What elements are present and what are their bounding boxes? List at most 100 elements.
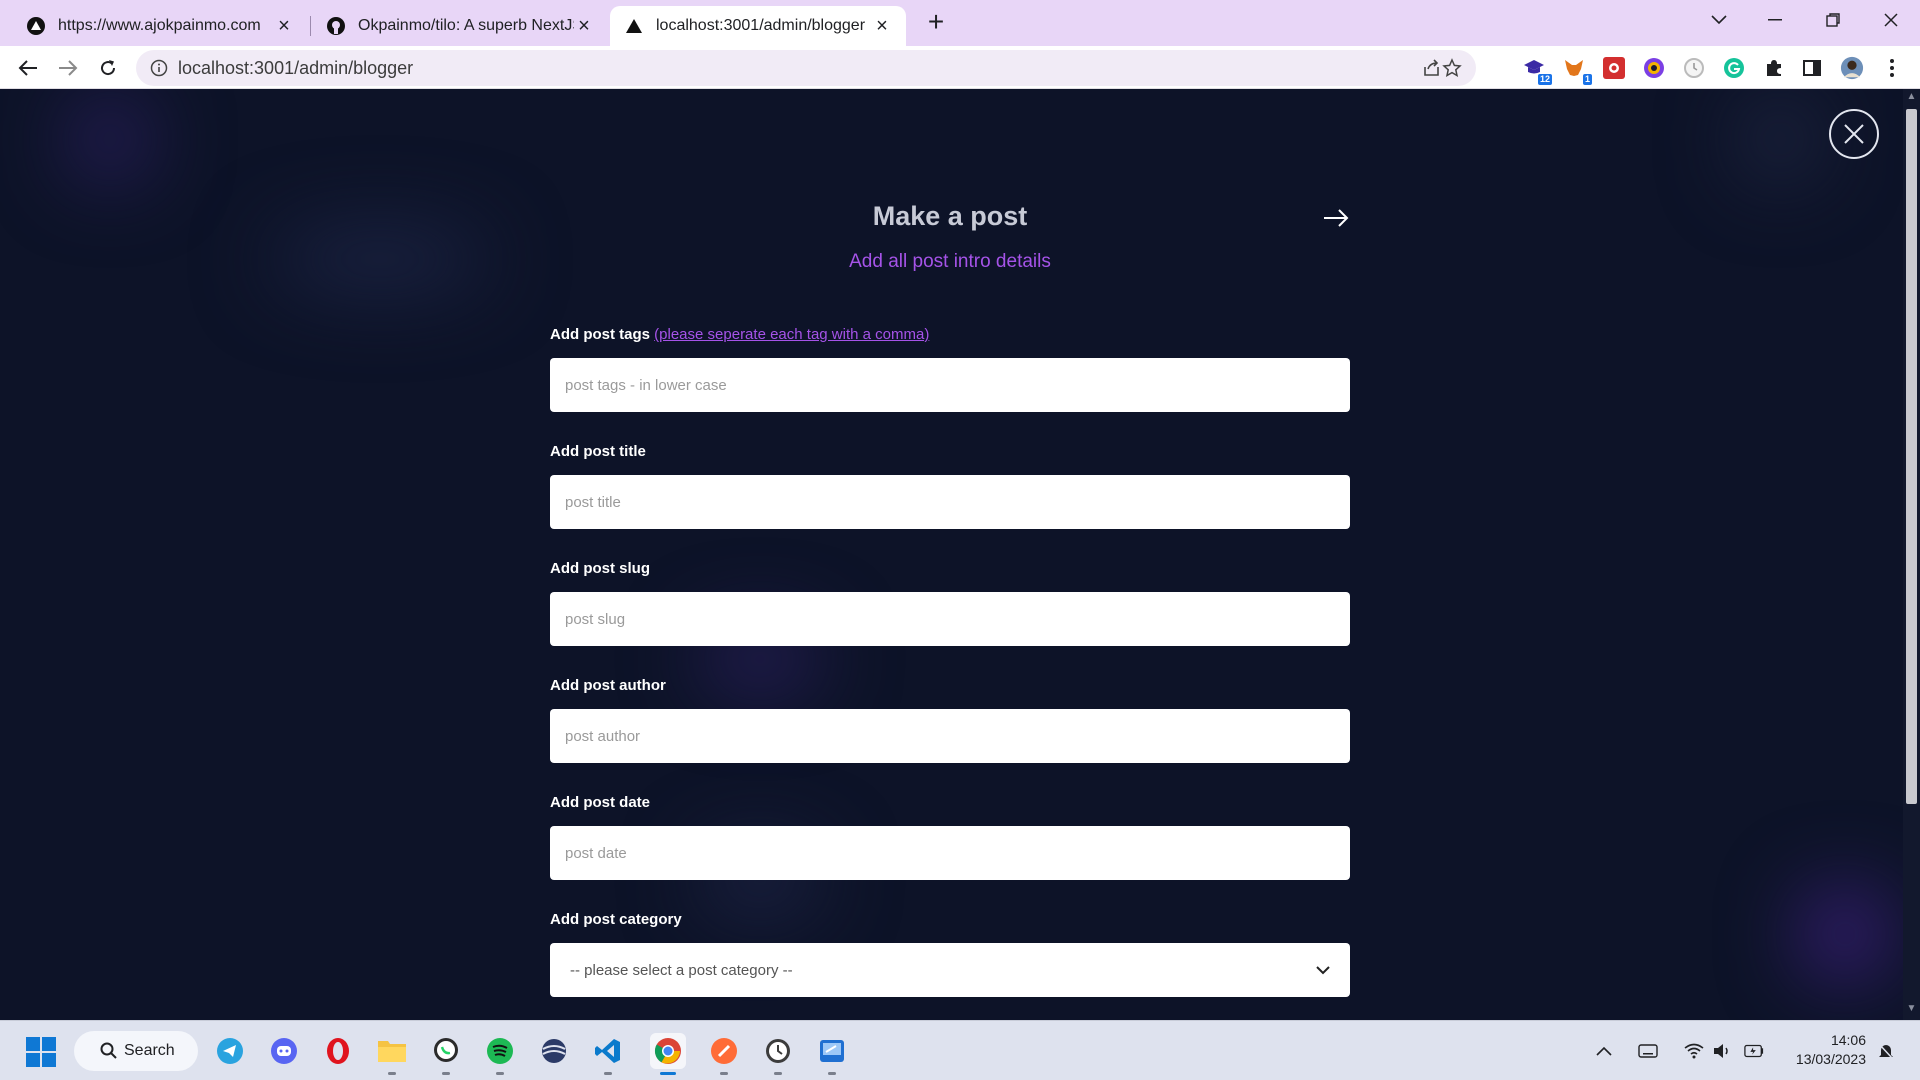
browser-tab-strip: https://www.ajokpainmo.com × Okpainmo/ti… — [0, 0, 1920, 46]
fox-extension-icon[interactable]: 1 — [1562, 56, 1592, 85]
background-glow — [1800, 889, 1890, 979]
running-indicator — [388, 1072, 396, 1075]
reload-icon — [101, 60, 116, 76]
title-label: Add post title — [550, 443, 646, 460]
back-button[interactable] — [14, 54, 42, 82]
minimize-button[interactable] — [1752, 0, 1798, 40]
vscode-icon[interactable] — [590, 1033, 626, 1075]
puzzle-icon[interactable] — [1762, 56, 1786, 80]
minimize-icon — [1768, 19, 1782, 21]
circle-extension-icon[interactable] — [1642, 56, 1666, 80]
close-modal-button[interactable] — [1829, 109, 1879, 159]
windows-start-button[interactable] — [26, 1037, 56, 1067]
post-tags-input[interactable] — [550, 358, 1350, 412]
browser-globe-icon[interactable] — [536, 1033, 572, 1069]
extension-badge: 12 — [1537, 74, 1552, 85]
taskbar-clock[interactable]: 14:06 13/03/2023 — [1766, 1031, 1866, 1069]
background-glow — [270, 229, 490, 289]
running-indicator — [604, 1072, 612, 1075]
bookmark-star-icon[interactable] — [1442, 58, 1462, 78]
search-icon — [100, 1042, 117, 1059]
extension-badge: 1 — [1582, 74, 1592, 85]
forward-button[interactable] — [54, 54, 82, 82]
share-icon[interactable] — [1422, 58, 1442, 78]
sidepanel-icon[interactable] — [1800, 56, 1824, 80]
new-tab-button[interactable]: + — [922, 8, 950, 37]
tags-hint-link[interactable]: (please seperate each tag with a comma) — [654, 326, 929, 343]
scroll-down-arrow[interactable]: ▼ — [1903, 1003, 1920, 1017]
browser-tab[interactable]: Okpainmo/tilo: A superb NextJS × — [312, 6, 608, 46]
grammarly-icon[interactable] — [1722, 56, 1746, 80]
clock-app-icon[interactable] — [760, 1033, 796, 1075]
category-selected-value: -- please select a post category -- — [570, 961, 793, 979]
background-glow — [70, 99, 150, 179]
tab-search-button[interactable] — [1696, 0, 1742, 40]
chevron-down-icon — [1711, 15, 1727, 25]
remote-desktop-icon[interactable] — [814, 1033, 850, 1075]
browser-tab[interactable]: https://www.ajokpainmo.com × — [12, 6, 308, 46]
running-indicator — [720, 1072, 728, 1075]
info-icon[interactable] — [150, 59, 168, 77]
restore-button[interactable] — [1810, 0, 1856, 40]
restore-icon — [1826, 13, 1840, 27]
volume-icon[interactable] — [1712, 1041, 1732, 1061]
browser-tab-active[interactable]: localhost:3001/admin/blogger × — [610, 6, 906, 46]
profile-avatar[interactable] — [1840, 56, 1864, 80]
taskbar-search[interactable]: Search — [74, 1031, 198, 1071]
address-bar[interactable]: localhost:3001/admin/blogger — [136, 50, 1476, 86]
kebab-menu-icon[interactable] — [1880, 56, 1904, 80]
close-tab-icon[interactable]: × — [574, 15, 594, 37]
post-author-input[interactable] — [550, 709, 1350, 763]
clock-time: 14:06 — [1830, 1032, 1866, 1048]
tags-label: Add post tags (please seperate each tag … — [550, 326, 929, 343]
close-window-button[interactable] — [1868, 0, 1914, 40]
date-label: Add post date — [550, 794, 650, 811]
scroll-up-arrow[interactable]: ▲ — [1903, 91, 1920, 105]
next-step-button[interactable] — [1322, 206, 1350, 230]
discord-icon[interactable] — [266, 1033, 302, 1069]
whatsapp-icon[interactable] — [428, 1033, 464, 1075]
red-extension-icon[interactable] — [1602, 56, 1626, 80]
tab-title: https://www.ajokpainmo.com — [58, 17, 261, 34]
post-date-input[interactable] — [550, 826, 1350, 880]
clock-date: 13/03/2023 — [1795, 1051, 1866, 1067]
page-subtitle: Add all post intro details — [849, 251, 1051, 272]
notification-icon[interactable] — [1876, 1041, 1896, 1061]
arrow-right-icon — [59, 60, 78, 76]
postman-icon[interactable] — [706, 1033, 742, 1075]
running-indicator — [442, 1072, 450, 1075]
post-title-input[interactable] — [550, 475, 1350, 529]
chevron-down-icon — [1316, 965, 1330, 974]
post-slug-input[interactable] — [550, 592, 1350, 646]
close-tab-icon[interactable]: × — [872, 15, 892, 37]
telegram-icon[interactable] — [212, 1033, 248, 1069]
close-tab-icon[interactable]: × — [274, 15, 294, 37]
opera-icon[interactable] — [320, 1033, 356, 1069]
battery-icon[interactable] — [1744, 1041, 1764, 1061]
github-icon — [326, 16, 346, 36]
scrollbar-thumb[interactable] — [1906, 109, 1917, 804]
running-indicator — [828, 1072, 836, 1075]
file-explorer-icon[interactable] — [374, 1033, 410, 1075]
wifi-icon[interactable] — [1684, 1041, 1704, 1061]
spotify-icon[interactable] — [482, 1033, 518, 1075]
keyboard-icon[interactable] — [1638, 1041, 1658, 1061]
page-viewport: Make a post Add all post intro details A… — [0, 89, 1920, 1020]
running-indicator — [496, 1072, 504, 1075]
post-category-select[interactable]: -- please select a post category -- — [550, 943, 1350, 997]
reload-button[interactable] — [94, 54, 122, 82]
url-text[interactable]: localhost:3001/admin/blogger — [178, 58, 413, 79]
windows-taskbar: Search 14:06 13/03/2023 — [0, 1020, 1920, 1080]
tab-title: localhost:3001/admin/blogger — [656, 17, 866, 34]
chevron-up-icon[interactable] — [1594, 1041, 1614, 1061]
timer-extension-icon[interactable] — [1682, 56, 1706, 80]
active-indicator — [660, 1072, 676, 1075]
hat-extension-icon[interactable]: 12 — [1522, 56, 1552, 85]
browser-toolbar: localhost:3001/admin/blogger 12 1 — [0, 46, 1920, 89]
page-scrollbar[interactable]: ▲ ▼ — [1903, 89, 1920, 1020]
close-icon — [1844, 124, 1864, 144]
background-glow — [1740, 99, 1820, 179]
chrome-icon[interactable] — [650, 1033, 686, 1075]
search-label: Search — [124, 1042, 175, 1059]
tags-label-text: Add post tags — [550, 326, 650, 343]
